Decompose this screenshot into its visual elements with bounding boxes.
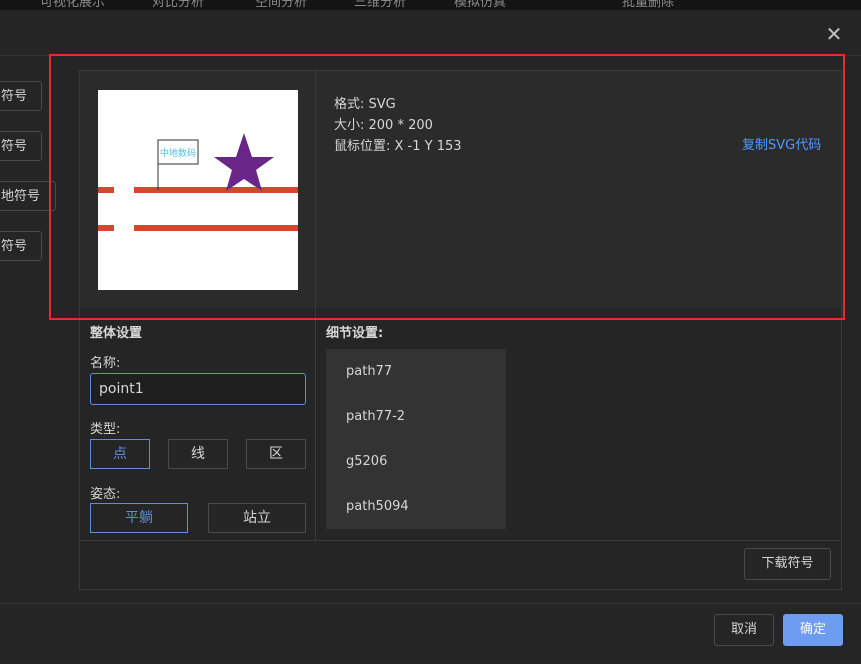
download-symbol-button[interactable]: 下载符号 — [744, 548, 831, 580]
mouse-position-info: 鼠标位置: X -1 Y 153 — [334, 139, 462, 154]
toolbar-item-spatial[interactable]: 空间分析 — [255, 0, 307, 10]
type-option-line[interactable]: 线 — [168, 439, 228, 469]
left-list-button-1[interactable]: 符号 — [0, 81, 42, 111]
detail-item-path5094[interactable]: path5094 — [346, 499, 409, 514]
pose-option-flat[interactable]: 平躺 — [90, 503, 188, 533]
svg-preview-canvas[interactable]: 中地数码 — [98, 90, 298, 290]
confirm-button[interactable]: 确定 — [783, 614, 843, 646]
dialog-footer-divider — [0, 603, 861, 604]
detail-settings-title: 细节设置: — [326, 326, 384, 341]
format-info: 格式: SVG — [334, 97, 396, 112]
symbol-preview-svg: 中地数码 — [98, 133, 298, 234]
panel-vertical-divider — [315, 71, 316, 541]
detail-item-g5206[interactable]: g5206 — [346, 454, 387, 469]
name-input[interactable] — [90, 373, 306, 405]
toolbar-item-batch-delete[interactable]: 批量删除 — [622, 0, 674, 10]
toolbar-item-simulation[interactable]: 模拟仿真 — [454, 0, 506, 10]
copy-svg-code-link[interactable]: 复制SVG代码 — [742, 134, 821, 153]
pose-label: 姿态: — [90, 487, 121, 502]
name-label: 名称: — [90, 356, 121, 371]
type-option-area[interactable]: 区 — [246, 439, 306, 469]
type-option-point[interactable]: 点 — [90, 439, 150, 469]
flag-text: 中地数码 — [160, 147, 196, 159]
left-list-button-2[interactable]: 符号 — [0, 131, 42, 161]
dialog-header-divider — [0, 55, 861, 56]
type-label: 类型: — [90, 422, 121, 437]
top-toolbar: 可视化展示 对比分析 空间分析 三维分析 模拟仿真 批量删除 — [0, 0, 861, 10]
detail-item-path77-2[interactable]: path77-2 — [346, 409, 405, 424]
toolbar-item-visual[interactable]: 可视化展示 — [40, 0, 105, 10]
line-gap — [114, 184, 134, 234]
size-info: 大小: 200 * 200 — [334, 118, 433, 133]
pose-option-standing[interactable]: 站立 — [208, 503, 306, 533]
toolbar-item-3d[interactable]: 三维分析 — [354, 0, 406, 10]
left-list-button-3[interactable]: 地符号 — [0, 181, 56, 211]
toolbar-item-compare[interactable]: 对比分析 — [152, 0, 204, 10]
detail-item-path77[interactable]: path77 — [346, 364, 392, 379]
close-icon[interactable]: ✕ — [824, 24, 844, 44]
cancel-button[interactable]: 取消 — [714, 614, 774, 646]
overall-settings-title: 整体设置 — [90, 326, 143, 341]
panel-bottom-divider — [80, 540, 841, 541]
left-list-button-4[interactable]: 符号 — [0, 231, 42, 261]
star-icon — [214, 133, 274, 191]
